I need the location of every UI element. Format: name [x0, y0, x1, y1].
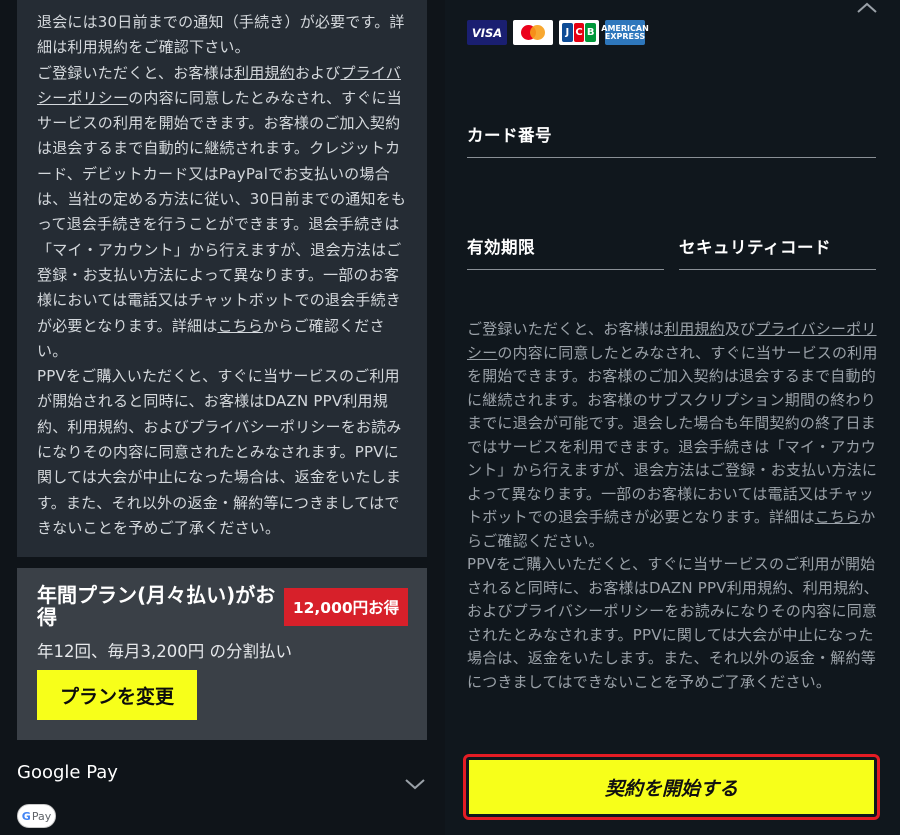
- visa-icon: VISA: [467, 20, 507, 45]
- google-pay-icon: G Pay: [17, 804, 56, 828]
- payment-panel: VISA J C B AMERICAN EXPRESS カード番号 有効期限 セキ…: [445, 0, 900, 835]
- card-brands: VISA J C B AMERICAN EXPRESS: [467, 20, 649, 45]
- terms-of-use-link[interactable]: 利用規約: [234, 64, 295, 82]
- left-panel: 退会には30日前までの通知（手続き）が必要です。詳細は利用規約をご確認下さい。 …: [0, 0, 445, 835]
- chevron-down-icon[interactable]: [403, 776, 427, 792]
- terms-ppv-right: PPVをご購入いただくと、すぐに当サービスのご利用が開始されると同時に、お客様は…: [467, 555, 879, 691]
- savings-badge: 12,000円お得: [284, 588, 408, 626]
- chevron-up-icon[interactable]: [855, 0, 879, 14]
- terms-consent: ご登録いただくと、お客様は利用規約およびプライバシーポリシーの内容に同意したとみ…: [37, 63, 407, 360]
- security-code-field[interactable]: セキュリティコード: [679, 234, 831, 258]
- plan-subtitle: 年12回、毎月3,200円 の分割払い: [37, 642, 292, 661]
- expiry-underline: [467, 269, 664, 270]
- change-plan-button[interactable]: プランを変更: [37, 670, 197, 720]
- card-number-underline: [467, 157, 876, 158]
- payment-terms: ご登録いただくと、お客様は利用規約及びプライバシーポリシーの内容に同意したとみな…: [467, 318, 879, 694]
- terms-notice: 退会には30日前までの通知（手続き）が必要です。詳細は利用規約をご確認下さい。: [37, 13, 405, 57]
- terms-of-use-link-right[interactable]: 利用規約: [664, 320, 725, 338]
- security-code-underline: [679, 269, 876, 270]
- terms-ppv: PPVをご購入いただくと、すぐに当サービスのご利用が開始されると同時に、お客様は…: [37, 367, 402, 537]
- expiry-field[interactable]: 有効期限: [467, 234, 535, 258]
- terms-box: 退会には30日前までの通知（手続き）が必要です。詳細は利用規約をご確認下さい。 …: [17, 0, 427, 557]
- google-pay-label[interactable]: Google Pay: [17, 762, 118, 783]
- jcb-icon: J C B: [559, 20, 599, 45]
- plan-box: 年間プラン(月々払い)がお得 12,000円お得 年12回、毎月3,200円 の…: [17, 568, 427, 740]
- terms-consent-right: ご登録いただくと、お客様は利用規約及びプライバシーポリシーの内容に同意したとみな…: [467, 320, 878, 550]
- start-button-highlight: 契約を開始する: [463, 754, 880, 820]
- details-link-right[interactable]: こちら: [815, 508, 861, 526]
- amex-icon: AMERICAN EXPRESS: [601, 20, 649, 45]
- details-link[interactable]: こちら: [217, 317, 263, 335]
- card-number-field[interactable]: カード番号: [467, 122, 552, 146]
- plan-title: 年間プラン(月々払い)がお得: [37, 583, 276, 629]
- start-subscription-button[interactable]: 契約を開始する: [469, 760, 874, 814]
- mastercard-icon: [513, 20, 553, 45]
